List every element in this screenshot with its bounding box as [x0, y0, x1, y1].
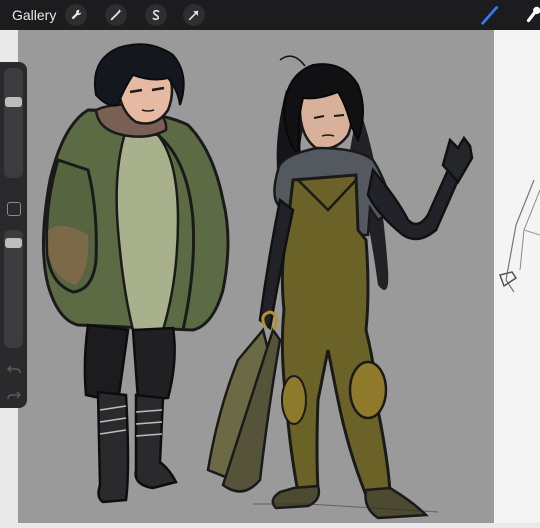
magic-wand-icon [110, 8, 122, 21]
actions-wrench-button[interactable] [65, 4, 87, 26]
opacity-slider[interactable] [4, 230, 23, 348]
opacity-thumb[interactable] [5, 238, 22, 248]
redo-button[interactable] [7, 388, 22, 402]
modify-button[interactable] [7, 202, 21, 216]
smudge-icon [526, 6, 540, 23]
undo-button[interactable] [6, 362, 21, 376]
wrench-icon [71, 9, 82, 20]
character-artwork [41, 43, 474, 520]
top-toolbar: Gallery [0, 0, 540, 30]
adjacent-sketch-page [494, 30, 540, 523]
transform-arrow-icon [188, 10, 199, 21]
sketch-lines [499, 179, 540, 293]
brush-icon [481, 5, 499, 25]
brush-size-slider[interactable] [4, 68, 23, 178]
selection-button[interactable] [145, 4, 167, 26]
adjustments-button[interactable] [105, 4, 127, 26]
brush-sidebar [0, 62, 27, 408]
gallery-button[interactable]: Gallery [12, 7, 56, 23]
brush-tool-button[interactable] [478, 3, 502, 27]
selection-s-icon [152, 9, 160, 21]
transform-button[interactable] [183, 4, 205, 26]
redo-icon [7, 391, 22, 400]
smudge-tool-button[interactable] [522, 3, 540, 27]
brush-size-thumb[interactable] [5, 97, 22, 107]
undo-icon [6, 365, 21, 374]
drawing-canvas[interactable] [18, 30, 494, 523]
